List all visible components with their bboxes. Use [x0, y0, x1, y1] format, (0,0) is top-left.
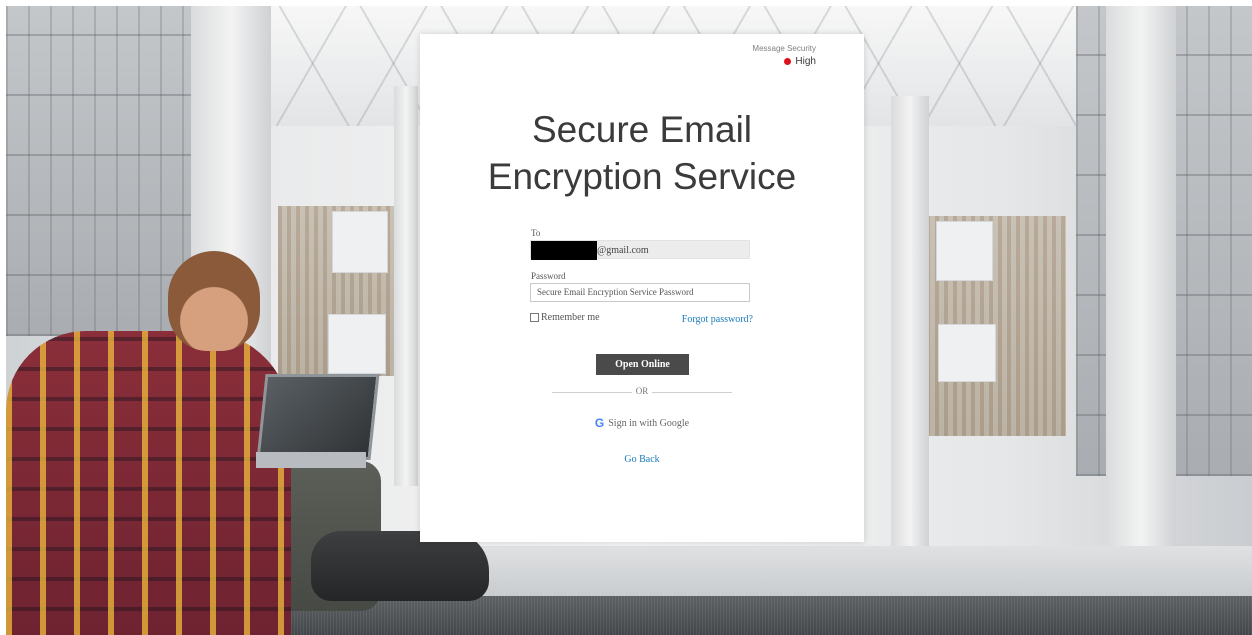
go-back-link[interactable]: Go Back: [420, 454, 864, 465]
google-signin-label: Sign in with Google: [608, 417, 690, 429]
password-placeholder: Secure Email Encryption Service Password: [537, 287, 694, 297]
password-field[interactable]: Secure Email Encryption Service Password: [530, 283, 750, 302]
to-label: To: [531, 228, 541, 238]
remember-label: Remember me: [541, 312, 600, 323]
hanging-banner: [332, 211, 388, 273]
message-security-label: Message Security: [752, 44, 816, 53]
person-head: [168, 251, 260, 351]
hanging-banner: [938, 324, 996, 382]
forgot-password-link[interactable]: Forgot password?: [682, 314, 753, 325]
column-mid-right: [891, 96, 929, 566]
security-level: High: [784, 56, 816, 67]
security-level-text: High: [795, 56, 816, 67]
person-plaid-shirt: [6, 331, 291, 635]
title-line-1: Secure Email: [531, 109, 753, 150]
column-right: [1106, 6, 1176, 596]
remember-me[interactable]: Remember me: [530, 312, 600, 323]
login-card: Message Security High Secure Email Encry…: [420, 34, 864, 542]
google-g-icon: G: [594, 416, 605, 430]
password-label: Password: [531, 271, 566, 281]
remember-checkbox[interactable]: [530, 313, 539, 322]
page-title: Secure Email Encryption Service: [420, 106, 864, 200]
hanging-banner: [936, 221, 993, 281]
security-dot-icon: [784, 58, 792, 65]
column-mid-left: [394, 86, 418, 486]
title-line-2: Encryption Service: [487, 156, 797, 197]
balcony-left: [6, 6, 196, 336]
open-online-button[interactable]: Open Online: [596, 354, 689, 375]
to-field-value: @gmail.com: [597, 245, 649, 256]
laptop-base: [256, 452, 366, 468]
laptop: [256, 374, 380, 460]
google-signin-button[interactable]: G Sign in with Google: [420, 416, 864, 430]
or-text: OR: [635, 386, 649, 396]
to-field: @gmail.com: [530, 240, 750, 260]
hanging-banner: [328, 314, 386, 374]
redacted-block: [531, 241, 597, 260]
